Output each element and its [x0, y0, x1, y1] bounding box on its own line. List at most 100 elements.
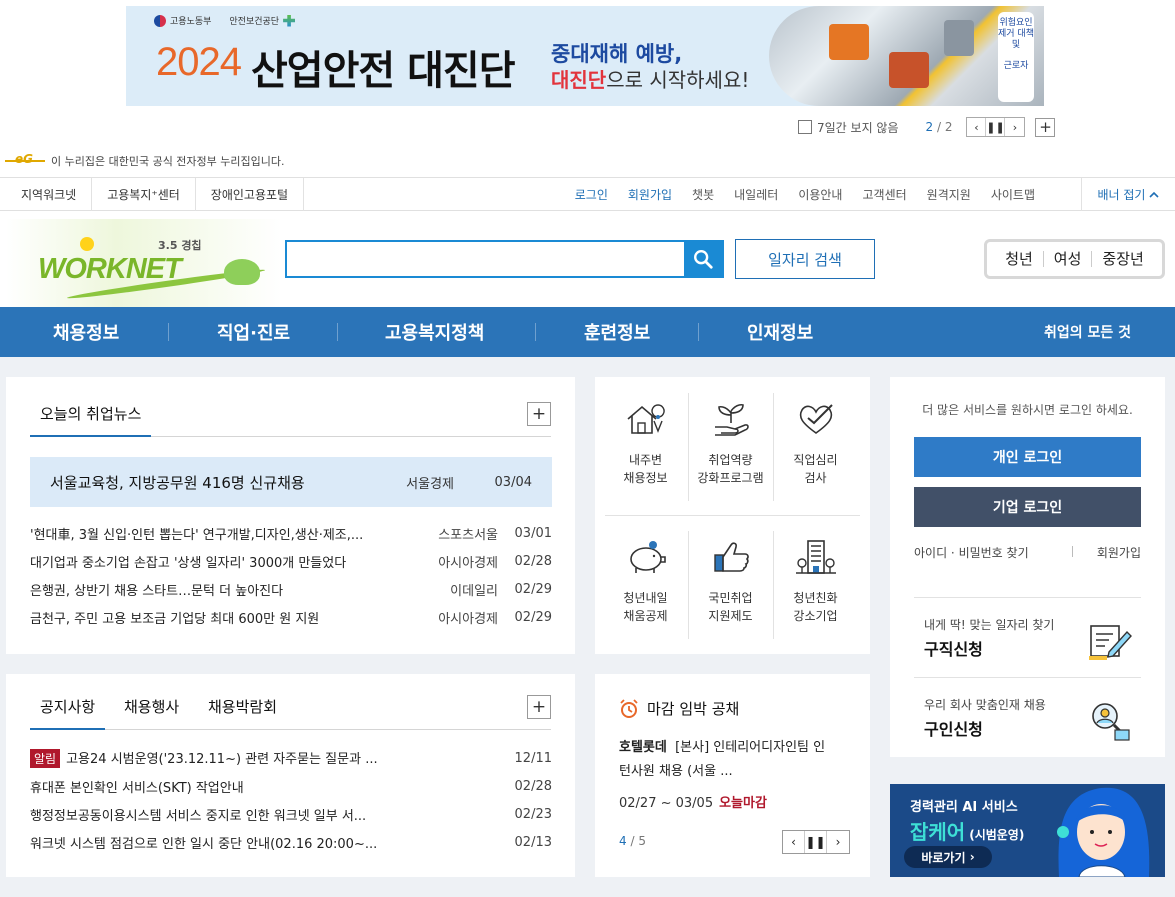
nav-job-info[interactable]: 채용정보 [53, 307, 119, 357]
search-input[interactable] [287, 242, 682, 276]
tab-job-fairs[interactable]: 채용박람회 [208, 688, 277, 730]
list-item[interactable]: 행정정보공동이용시스템 서비스 중지로 인한 워크넷 일부 서... 02/23 [30, 800, 552, 828]
news-headline[interactable]: 서울교육청, 지방공무원 416명 신규채용 서울경제 03/04 [30, 457, 552, 507]
nav-divider [698, 323, 699, 341]
next-arrow-icon[interactable]: › [1005, 118, 1025, 136]
link-customer-center[interactable]: 고객센터 [852, 178, 916, 211]
grid-divider [605, 515, 860, 516]
banner-more-plus-icon[interactable]: + [1035, 117, 1056, 137]
factory-illustration: 위험요인 제거 대책 및 근로자 [769, 6, 1044, 106]
notice-list: 알림 고용24 시범운영('23.12.11~) 관련 자주묻는 질문과 ... 1… [30, 744, 552, 856]
personal-login-button[interactable]: 개인 로그인 [914, 437, 1141, 477]
deadline-posting[interactable]: 호텔롯데 [본사] 인테리어디자인팀 인 턴사원 채용 (서울 ... [619, 736, 849, 784]
link-remote-support[interactable]: 원격지원 [917, 178, 981, 211]
link-guide[interactable]: 이용안내 [788, 178, 852, 211]
safety-campaign-banner[interactable]: 고용노동부 안전보건공단 2024 산업안전 대진단 중대재해 예방, 대진단으… [126, 6, 1044, 106]
ai-banner-line1: 경력관리 AI 서비스 [910, 800, 1018, 815]
nav-welfare-policy[interactable]: 고용복지정책 [385, 307, 484, 357]
ai-banner-go-button[interactable]: 바로가기 › [904, 846, 992, 868]
list-item[interactable]: '현대車, 3월 신입·인턴 뽑는다' 연구개발,디자인,생산·제조,... 스포… [30, 519, 552, 547]
service-capacity-program[interactable]: 취업역량 강화프로그램 [688, 399, 773, 487]
sprout-hand-icon [714, 403, 749, 436]
search-icon [694, 250, 713, 269]
search-button[interactable] [684, 242, 722, 276]
job-seeker-apply[interactable]: 내게 딱! 맞는 일자리 찾기 구직신청 [914, 597, 1141, 677]
nav-training[interactable]: 훈련정보 [584, 307, 650, 357]
ai-banner-title: 잡케어 (시범운영) [910, 820, 1025, 844]
link-local-worknet[interactable]: 지역워크넷 [6, 178, 93, 211]
banner-pager: 2 / 2 [925, 120, 953, 134]
deadline-nav-controls: ‹ ❚❚ › [782, 830, 850, 854]
link-employment-center[interactable]: 고용복지⁺센터 [92, 178, 196, 211]
link-signup[interactable]: 회원가입 [618, 178, 682, 211]
list-item[interactable]: 은행권, 상반기 채용 스타트…문턱 더 높아진다 이데일리 02/29 [30, 575, 552, 603]
house-map-pin-icon [626, 404, 665, 434]
service-nearby-jobs[interactable]: 내주변 채용정보 [603, 399, 688, 487]
machine-shape [944, 20, 974, 56]
hide-7days-label[interactable]: 7일간 보지 않음 [817, 119, 899, 136]
main-nav: 채용정보 직업·진로 고용복지정책 훈련정보 인재정보 취업의 모든 것 [0, 307, 1175, 357]
job-search-button[interactable]: 일자리 검색 [735, 239, 875, 279]
link-divider [1072, 546, 1073, 557]
prev-arrow-icon[interactable]: ‹ [967, 118, 987, 136]
notice-panel: 공지사항 채용행사 채용박람회 + 알림 고용24 시범운영('23.12.11~… [6, 674, 575, 877]
member-links: 로그인 회원가입 챗봇 내일레터 이용안내 고객센터 원격지원 사이트맵 [565, 178, 1045, 211]
banner-title: 산업안전 대진단 [251, 48, 516, 94]
prev-arrow-icon[interactable]: ‹ [783, 831, 805, 853]
nav-talent[interactable]: 인재정보 [747, 307, 813, 357]
ministry-emblem-icon [154, 14, 166, 27]
service-psych-test[interactable]: 직업심리 검사 [773, 399, 858, 487]
link-newsletter[interactable]: 내일레터 [724, 178, 788, 211]
service-national-employment[interactable]: 국민취업 지원제도 [688, 537, 773, 625]
logo-version: 3.5 경칩 [158, 239, 202, 252]
service-youth-friendly-sme[interactable]: 청년친화 강소기업 [773, 537, 858, 625]
deadline-title: 마감 임박 공채 [619, 698, 739, 719]
link-login[interactable]: 로그인 [565, 178, 618, 211]
list-item[interactable]: 알림 고용24 시범운영('23.12.11~) 관련 자주묻는 질문과 ... 1… [30, 744, 552, 772]
pause-icon[interactable]: ❚❚ [805, 831, 827, 853]
news-more-plus-icon[interactable]: + [527, 402, 551, 426]
kosha-logo: 안전보건공단 [229, 14, 296, 27]
tab-middle-aged[interactable]: 중장년 [1092, 251, 1153, 267]
alert-badge: 알림 [30, 749, 61, 768]
search-box [285, 240, 724, 278]
robot-arm-shape [829, 24, 869, 60]
list-item[interactable]: 대기업과 중소기업 손잡고 '상생 일자리' 3000개 만들었다 아시아경제 02… [30, 547, 552, 575]
pause-icon[interactable]: ❚❚ [986, 118, 1006, 136]
hide-7days-checkbox[interactable] [798, 120, 812, 134]
tab-hiring-events[interactable]: 채용행사 [124, 688, 179, 730]
banner-fold-button[interactable]: 배너 접기 [1081, 178, 1175, 211]
next-arrow-icon[interactable]: › [827, 831, 849, 853]
list-item[interactable]: 금천구, 주민 고용 보조금 기업당 최대 600만 원 지원 아시아경제 02/2… [30, 603, 552, 631]
tab-notice[interactable]: 공지사항 [30, 688, 106, 730]
nav-all-menu[interactable]: 취업의 모든 것 [1044, 307, 1131, 357]
list-item[interactable]: 워크넷 시스템 점검으로 인한 일시 중단 안내(02.16 20:00~...… [30, 828, 552, 856]
service-youth-savings[interactable]: 청년내일 채움공제 [603, 537, 688, 625]
magnifier-person-icon [1092, 703, 1130, 741]
egov-mark-icon [5, 152, 45, 167]
link-chatbot[interactable]: 챗봇 [682, 178, 724, 211]
headline-title: 서울교육청, 지방공무원 416명 신규채용 [50, 473, 305, 492]
list-item[interactable]: 휴대폰 본인확인 서비스(SKT) 작업안내 02/28 [30, 772, 552, 800]
deadline-pager: 4 / 5 [619, 834, 646, 848]
heart-check-icon [799, 404, 833, 434]
deadline-status: 오늘마감 [719, 796, 767, 811]
employer-apply[interactable]: 우리 회사 맞춤인재 채용 구인신청 [914, 677, 1141, 757]
jobcare-ai-banner[interactable]: 경력관리 AI 서비스 잡케어 (시범운영) 바로가기 › [890, 784, 1165, 877]
site-header: 3.5 경칩 WORKNET 일자리 검색 청년 여성 중장년 [0, 211, 1175, 307]
link-disabled-portal[interactable]: 장애인고용포털 [196, 178, 305, 211]
link-sitemap[interactable]: 사이트맵 [981, 178, 1045, 211]
headline-date: 03/04 [494, 474, 532, 490]
resume-pencil-icon [1089, 625, 1132, 660]
company-login-button[interactable]: 기업 로그인 [914, 487, 1141, 527]
signup-link[interactable]: 회원가입 [1097, 544, 1141, 561]
family-site-links: 지역워크넷 고용복지⁺센터 장애인고용포털 [6, 178, 305, 211]
nav-career[interactable]: 직업·진로 [217, 307, 290, 357]
tab-women[interactable]: 여성 [1044, 251, 1093, 267]
find-id-password-link[interactable]: 아이디 · 비밀번호 찾기 [914, 546, 1029, 560]
tab-today-news[interactable]: 오늘의 취업뉴스 [30, 395, 152, 437]
quick-services-panel: 내주변 채용정보 취업역량 강화프로그램 직업심리 검사 청년내일 채움공제 국민취업 지… [595, 377, 870, 654]
worknet-logo[interactable]: 3.5 경칩 WORKNET [6, 219, 282, 307]
notice-more-plus-icon[interactable]: + [527, 695, 551, 719]
tab-youth[interactable]: 청년 [995, 251, 1044, 267]
